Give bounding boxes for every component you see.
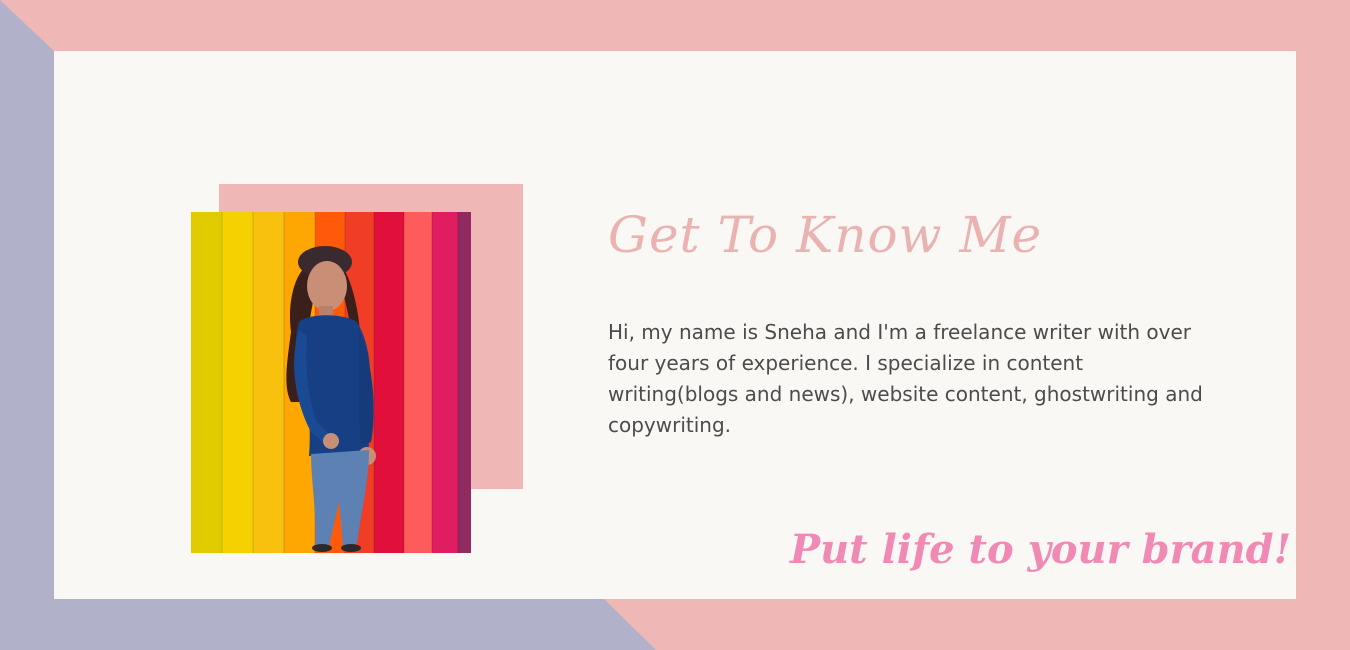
about-heading: Get To Know Me: [608, 206, 1043, 264]
profile-photo: [191, 212, 471, 553]
brand-tagline: Put life to your brand!: [790, 526, 1292, 573]
bio-paragraph: Hi, my name is Sneha and I'm a freelance…: [608, 320, 1203, 437]
